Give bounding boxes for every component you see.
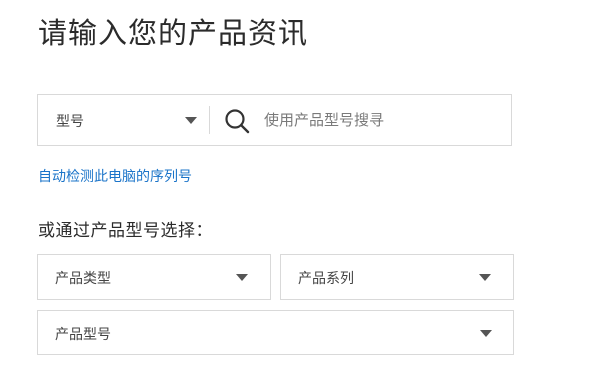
product-info-page: 请输入您的产品资讯 型号 自动检测此电脑的序列号 或通过产品型号选择： 产品类型… [0, 0, 600, 375]
search-type-label: 型号 [56, 114, 84, 130]
chevron-down-icon [479, 274, 491, 281]
search-type-select[interactable]: 型号 [38, 95, 208, 145]
product-model-label: 产品型号 [55, 327, 111, 343]
page-title: 请输入您的产品资讯 [38, 16, 309, 50]
model-search-box: 型号 [37, 94, 512, 146]
chevron-down-icon [236, 274, 248, 281]
search-divider [209, 106, 210, 134]
product-series-dropdown[interactable]: 产品系列 [280, 254, 514, 300]
chevron-down-icon [185, 117, 197, 124]
auto-detect-serial-link[interactable]: 自动检测此电脑的序列号 [38, 166, 192, 186]
select-by-model-label: 或通过产品型号选择： [38, 221, 213, 241]
product-model-dropdown[interactable]: 产品型号 [37, 310, 514, 355]
product-series-label: 产品系列 [298, 271, 354, 287]
model-search-input[interactable] [264, 103, 504, 137]
product-type-dropdown[interactable]: 产品类型 [37, 254, 271, 300]
chevron-down-icon [480, 330, 492, 337]
product-type-label: 产品类型 [55, 271, 111, 287]
search-icon[interactable] [224, 108, 250, 134]
